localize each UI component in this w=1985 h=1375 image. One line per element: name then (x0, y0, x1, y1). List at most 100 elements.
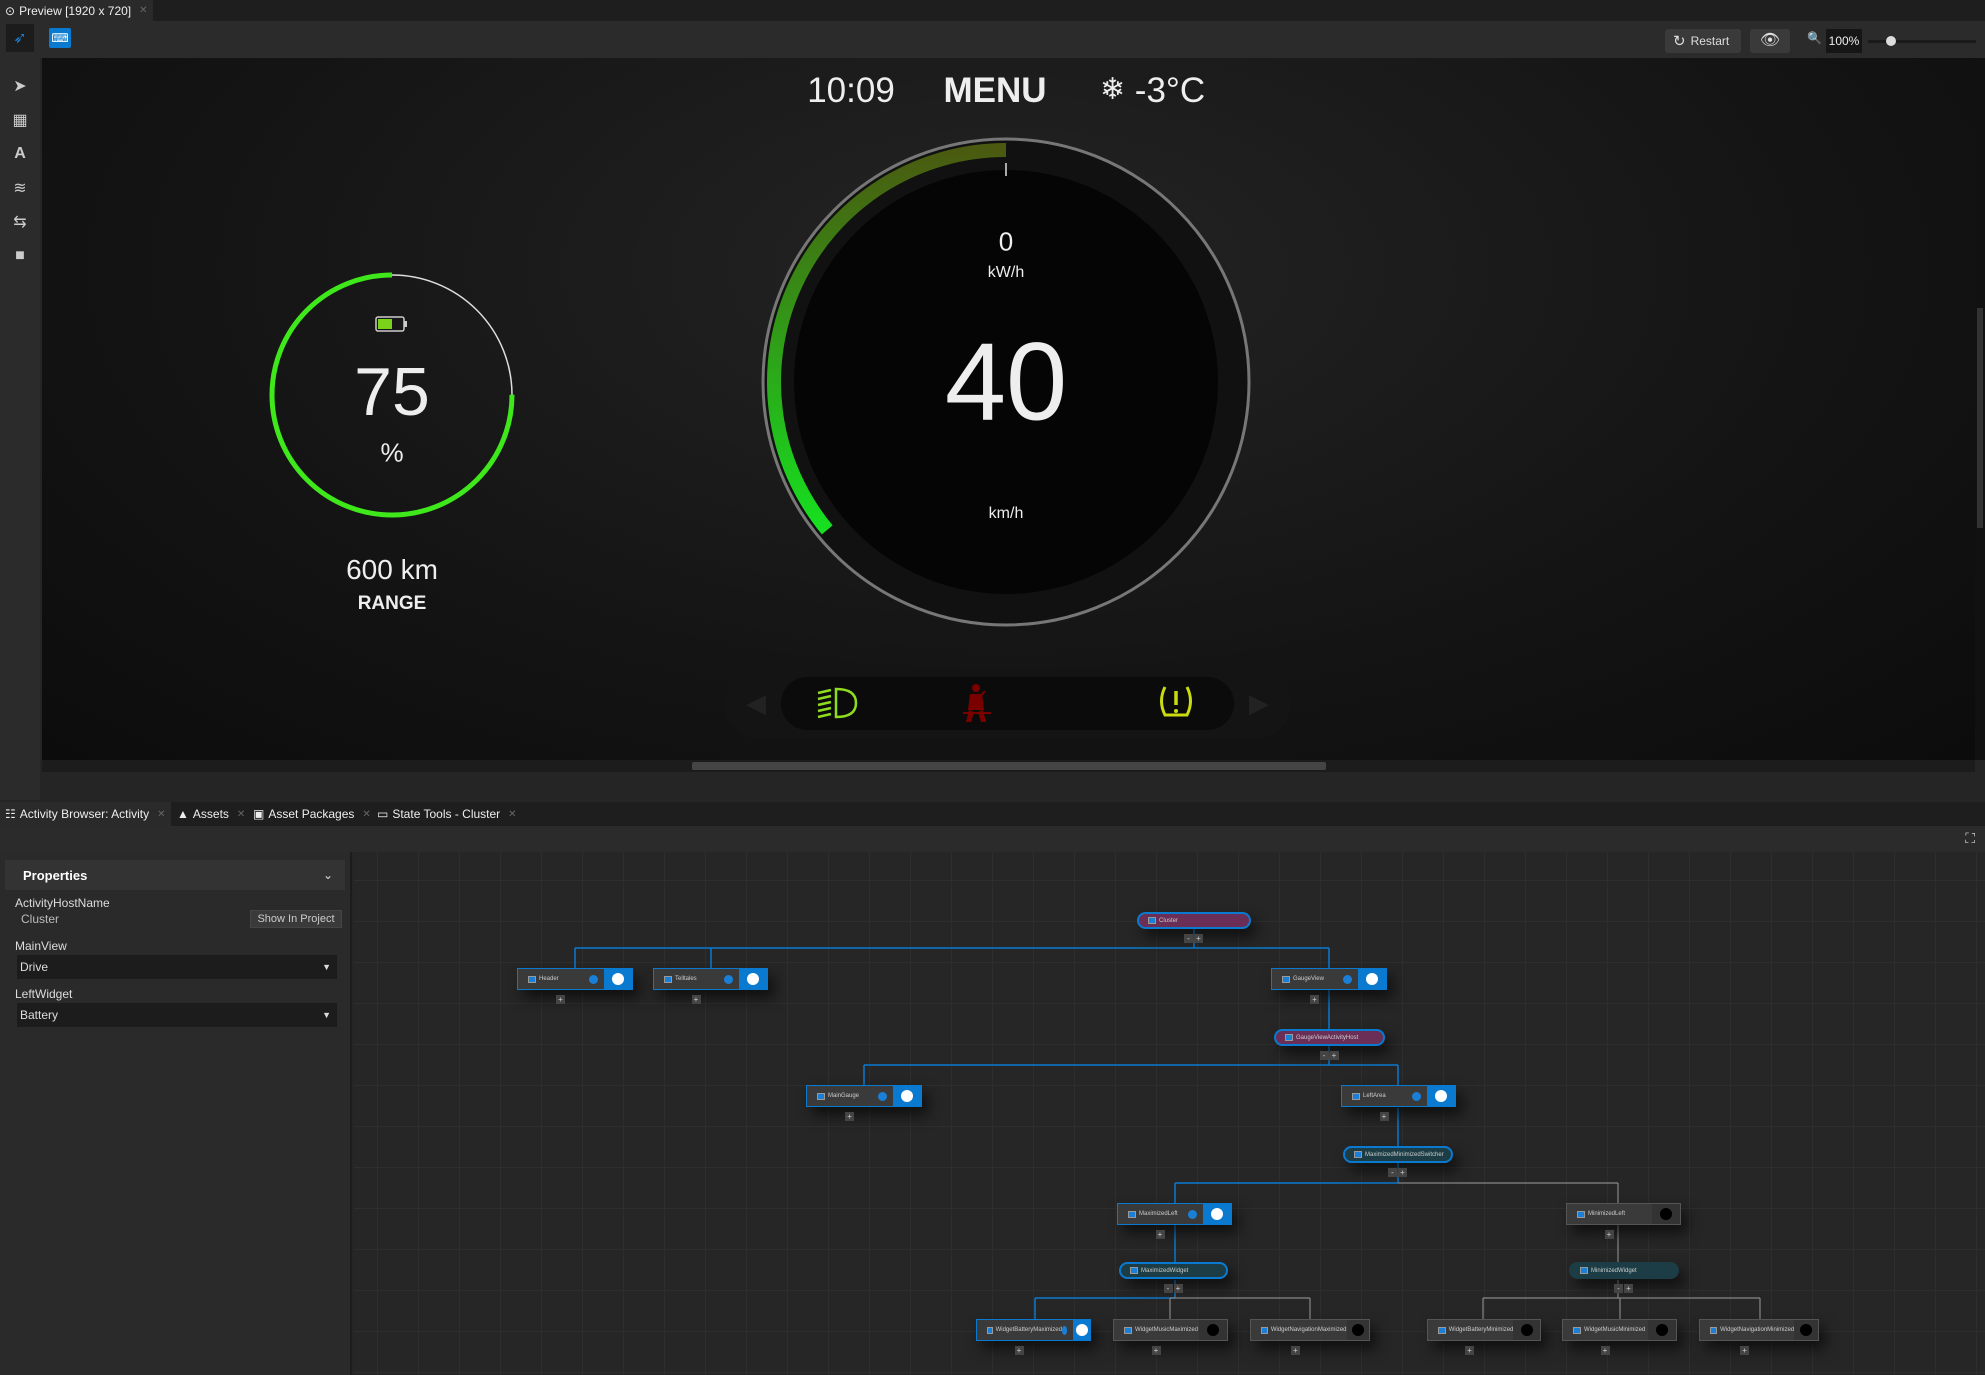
chevron-down-icon[interactable]: ⌄ (323, 868, 333, 882)
grid-icon[interactable]: ▦ (6, 106, 34, 134)
activity-node[interactable]: MaximizedLeft (1117, 1203, 1232, 1225)
camera-icon[interactable]: ■ (6, 242, 34, 270)
tab-activity-browser[interactable]: ☷ Activity Browser: Activity ✕ (0, 802, 171, 826)
close-icon[interactable]: ✕ (157, 809, 165, 820)
bindings-icon[interactable]: ⇆ (6, 208, 34, 236)
state-toggle[interactable] (893, 1086, 921, 1106)
tab-assets[interactable]: ▲ Assets ✕ (172, 802, 250, 826)
show-in-project-button[interactable]: Show In Project (250, 910, 342, 928)
activity-node[interactable]: Telltales (653, 968, 768, 990)
seatbelt-icon (963, 684, 991, 722)
activity-node[interactable]: GaugeView (1271, 968, 1387, 990)
zoom-slider[interactable] (1868, 36, 1976, 46)
fit-view-icon[interactable]: ⛶ (1965, 830, 1975, 847)
inactive-circle-icon (1660, 1208, 1672, 1220)
left-widget-dropdown[interactable]: Battery ▼ (17, 1003, 337, 1027)
expand-button[interactable]: + (1329, 1051, 1339, 1060)
properties-header[interactable]: Properties ⌄ (5, 860, 345, 890)
activity-graph[interactable]: Cluster - + Header + Telltales + GaugeView + Gaug… (354, 852, 1985, 1375)
layers-icon[interactable]: ≋ (6, 174, 34, 202)
preview-horizontal-scrollbar[interactable] (42, 760, 1975, 772)
collapse-button[interactable]: - (1614, 1284, 1623, 1293)
state-toggle[interactable] (1648, 1320, 1676, 1340)
expand-button[interactable]: + (1155, 1230, 1165, 1239)
state-toggle[interactable] (739, 969, 767, 989)
state-toggle[interactable] (1652, 1204, 1680, 1224)
expand-button[interactable]: + (845, 1112, 854, 1121)
node-label: WidgetMusicMaximized (1135, 1327, 1199, 1333)
activity-node[interactable]: WidgetMusicMinimized (1562, 1319, 1677, 1341)
expand-button[interactable]: + (1173, 1284, 1183, 1293)
state-toggle[interactable] (1346, 1320, 1369, 1340)
expand-button[interactable]: + (691, 995, 701, 1004)
vertical-scroll-thumb[interactable] (1977, 308, 1983, 528)
state-toggle[interactable] (604, 969, 632, 989)
expand-button[interactable]: + (1624, 1284, 1633, 1293)
visibility-button[interactable]: 👁 (1750, 29, 1790, 53)
expand-button[interactable]: + (1604, 1230, 1614, 1239)
activity-node[interactable]: WidgetNavigationMinimized (1699, 1319, 1819, 1341)
node-label: MaximizedLeft (1139, 1211, 1178, 1217)
activity-node[interactable]: Header (517, 968, 633, 990)
expand-button[interactable]: + (1379, 1112, 1389, 1121)
expand-button[interactable]: + (1151, 1346, 1161, 1355)
speed-unit: km/h (988, 505, 1024, 522)
activity-icon: ☷ (5, 807, 16, 821)
state-toggle[interactable] (1199, 1320, 1227, 1340)
state-toggle[interactable] (1513, 1320, 1540, 1340)
main-view-dropdown[interactable]: Drive ▼ (17, 955, 337, 979)
activity-node[interactable]: MainGauge (806, 1085, 922, 1107)
expand-button[interactable]: + (556, 995, 565, 1004)
state-toggle[interactable] (1794, 1320, 1818, 1340)
zoom-slider-thumb[interactable] (1886, 36, 1896, 46)
close-icon[interactable]: ✕ (508, 809, 516, 820)
text-layout-icon[interactable]: A (6, 140, 34, 168)
expand-button[interactable]: + (1194, 934, 1203, 943)
activity-host-node[interactable]: MaximizedMinimizedSwitcher (1343, 1146, 1453, 1163)
headlight-icon (817, 687, 858, 719)
cluster-preview[interactable]: 10:09 MENU ❄ -3°C 75 % 600 km RANGE 0 kW… (42, 58, 1975, 760)
expand-button[interactable]: + (1740, 1346, 1749, 1355)
collapse-button[interactable]: - (1184, 934, 1193, 943)
expand-button[interactable]: + (1465, 1346, 1474, 1355)
arrow-left-icon[interactable]: ◀ (746, 688, 766, 719)
expand-button[interactable]: + (1014, 1346, 1024, 1355)
close-icon[interactable]: ✕ (139, 5, 147, 16)
collapse-button[interactable]: - (1163, 1284, 1173, 1293)
activity-node[interactable]: WidgetBatteryMinimized (1427, 1319, 1541, 1341)
activity-host-node[interactable]: GaugeViewActivityHost (1274, 1029, 1385, 1046)
state-toggle[interactable] (1073, 1320, 1090, 1340)
activity-host-node[interactable]: Cluster (1137, 912, 1251, 929)
activity-node[interactable]: LeftArea (1341, 1085, 1456, 1107)
state-toggle[interactable] (1203, 1204, 1231, 1224)
expand-button[interactable]: + (1398, 1168, 1407, 1177)
activity-node[interactable]: WidgetNavigationMaximized (1250, 1319, 1370, 1341)
check-icon (878, 1091, 887, 1101)
collapse-button[interactable]: - (1388, 1168, 1397, 1177)
activity-node[interactable]: WidgetBatteryMaximized (976, 1319, 1091, 1341)
collapse-button[interactable]: - (1319, 1051, 1329, 1060)
horizontal-scroll-thumb[interactable] (692, 762, 1326, 770)
select-icon[interactable]: ➤ (6, 72, 34, 100)
zoom-level-field[interactable]: 100% (1826, 29, 1862, 53)
keyboard-icon[interactable]: ⌨ (49, 28, 71, 48)
activity-node[interactable]: MinimizedLeft (1566, 1203, 1681, 1225)
close-icon[interactable]: ✕ (237, 809, 245, 820)
interact-icon[interactable]: ➶ (6, 24, 34, 52)
close-icon[interactable]: ✕ (362, 809, 370, 820)
activity-host-node[interactable]: MinimizedWidget (1569, 1262, 1679, 1279)
expand-button[interactable]: + (1291, 1346, 1300, 1355)
activity-host-node[interactable]: MaximizedWidget (1119, 1262, 1228, 1279)
activity-node[interactable]: WidgetMusicMaximized (1113, 1319, 1228, 1341)
expand-button[interactable]: + (1310, 995, 1319, 1004)
preview-vertical-scrollbar[interactable] (1975, 58, 1985, 760)
expand-button[interactable]: + (1600, 1346, 1610, 1355)
tab-preview[interactable]: ⊙ Preview [1920 x 720] ✕ (0, 0, 153, 21)
inactive-circle-icon (1800, 1324, 1813, 1336)
state-toggle[interactable] (1358, 969, 1386, 989)
restart-button[interactable]: ↻ Restart (1665, 29, 1741, 53)
tab-asset-packages[interactable]: ▣ Asset Packages ✕ (248, 802, 376, 826)
state-toggle[interactable] (1427, 1086, 1455, 1106)
tab-state-tools[interactable]: ▭ State Tools - Cluster ✕ (372, 802, 522, 826)
arrow-right-icon[interactable]: ▶ (1249, 688, 1269, 719)
